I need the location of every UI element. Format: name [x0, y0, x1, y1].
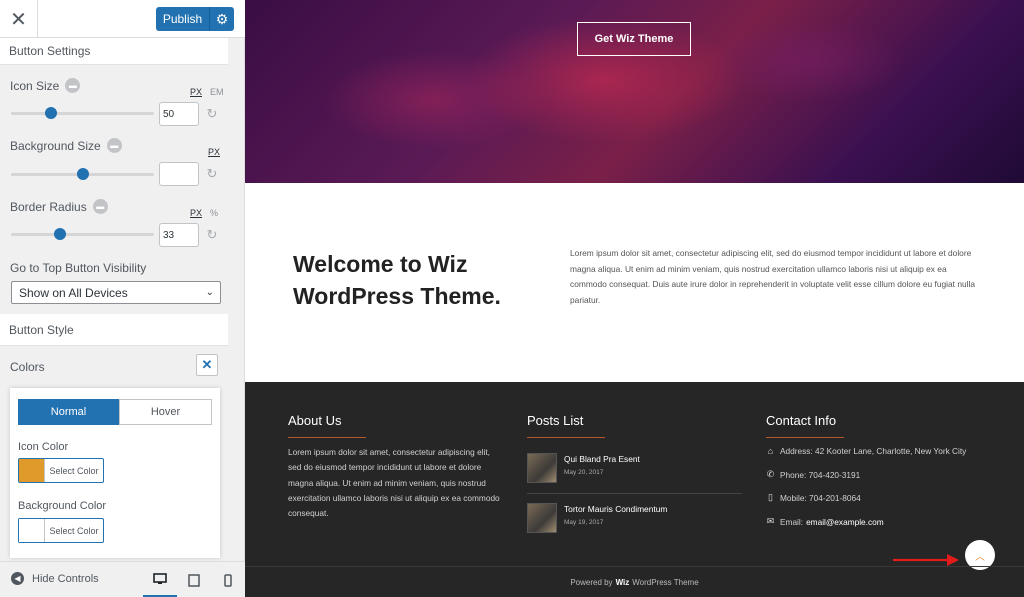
background-color-label: Background Color [18, 500, 107, 512]
welcome-title: Welcome to Wiz WordPress Theme. [293, 251, 501, 309]
close-icon: ✕ [201, 357, 213, 372]
publish-group: Publish ⚙ [156, 7, 234, 31]
visibility-label: Go to Top Button Visibility [10, 261, 147, 275]
tablet-icon[interactable] [177, 562, 211, 597]
button-settings-heading: Button Settings [0, 38, 228, 65]
close-icon: ✕ [10, 8, 27, 31]
about-text: Lorem ipsum dolor sit amet, consectetur … [288, 447, 500, 519]
post-date: May 19, 2017 [564, 519, 604, 526]
contact-title: Contact Info [766, 413, 845, 438]
icon-size-units: PX EM [190, 87, 224, 97]
chevron-down-icon: ⌄ [205, 287, 214, 298]
posts-title: Posts List [527, 413, 606, 438]
contact-email: ✉ Email: email@example.com [766, 516, 884, 527]
reset-icon[interactable]: ↻ [205, 166, 219, 181]
color-swatch[interactable] [19, 459, 45, 482]
unit-px[interactable]: PX [190, 87, 202, 97]
customizer-header: ✕ Publish ⚙ [0, 0, 245, 38]
post-item[interactable]: Qui Bland Pra Esent May 20, 2017 [527, 453, 640, 483]
post-title[interactable]: Tortor Mauris Condimentum [564, 504, 667, 514]
mobile-icon[interactable] [211, 562, 245, 597]
border-radius-slider[interactable] [11, 228, 154, 240]
about-title: About Us [288, 413, 367, 438]
customizer-footer: ◀ Hide Controls [0, 561, 245, 597]
border-radius-units: PX % [190, 208, 218, 218]
get-theme-button[interactable]: Get Wiz Theme [577, 22, 691, 56]
reset-icon[interactable]: ↻ [205, 106, 219, 121]
close-customizer-button[interactable]: ✕ [0, 0, 38, 38]
contact-address: ⌂ Address: 42 Kooter Lane, Charlotte, Ne… [767, 446, 967, 456]
publish-button[interactable]: Publish [156, 7, 209, 31]
select-color-button[interactable]: Select Color [45, 459, 103, 482]
post-thumbnail[interactable] [527, 453, 557, 483]
contact-mobile: ▯ Mobile: 704-201-8064 [766, 492, 861, 503]
collapse-icon: ◀ [11, 572, 24, 585]
hero-banner: Get Wiz Theme [245, 0, 1024, 183]
post-date: May 20, 2017 [564, 469, 604, 476]
button-style-heading: Button Style [0, 314, 228, 346]
border-radius-label: Border Radius ▬ [10, 199, 108, 214]
colors-label: Colors [10, 360, 45, 374]
post-item[interactable]: Tortor Mauris Condimentum May 19, 2017 [527, 503, 667, 533]
unit-em[interactable]: EM [210, 87, 224, 97]
tab-normal[interactable]: Normal [18, 399, 119, 425]
background-size-input[interactable] [159, 162, 199, 186]
hide-controls-button[interactable]: ◀ Hide Controls [11, 572, 99, 585]
reset-icon[interactable]: ↻ [205, 227, 219, 242]
divider [527, 493, 742, 494]
publish-settings-button[interactable]: ⚙ [209, 7, 234, 31]
desktop-icon[interactable] [143, 562, 177, 597]
customizer-panel: ✕ Publish ⚙ Button Settings Icon Size ▬ … [0, 0, 245, 597]
color-swatch[interactable] [19, 519, 45, 542]
slider-thumb[interactable] [76, 168, 89, 180]
icon-color-label: Icon Color [18, 441, 69, 453]
icon-color-picker[interactable]: Select Color [18, 458, 104, 483]
envelope-icon: ✉ [766, 516, 775, 526]
background-color-picker[interactable]: Select Color [18, 518, 104, 543]
site-preview: Get Wiz Theme Welcome to Wiz WordPress T… [245, 0, 1024, 597]
unit-px[interactable]: PX [208, 147, 220, 157]
phone-icon: ✆ [766, 469, 775, 479]
select-color-button[interactable]: Select Color [45, 519, 103, 542]
post-thumbnail[interactable] [527, 503, 557, 533]
unit-px[interactable]: PX [190, 208, 202, 218]
credits-brand: Wiz [615, 577, 630, 587]
icon-size-slider[interactable] [11, 107, 154, 119]
help-icon[interactable]: ▬ [106, 138, 122, 153]
email-link[interactable]: email@example.com [806, 517, 884, 527]
tab-hover[interactable]: Hover [119, 399, 212, 425]
help-icon[interactable]: ▬ [65, 78, 81, 93]
colors-popup: Normal Hover Icon Color Select Color Bac… [10, 388, 220, 558]
contact-phone: ✆ Phone: 704-420-3191 [766, 469, 861, 480]
slider-thumb[interactable] [54, 228, 67, 240]
icon-size-label: Icon Size ▬ [10, 78, 81, 93]
unit-percent[interactable]: % [210, 208, 218, 218]
mobile-icon: ▯ [768, 492, 773, 502]
footer-credits: Powered by Wiz WordPress Theme [245, 566, 1024, 597]
background-size-units: PX [208, 147, 220, 157]
home-icon: ⌂ [767, 446, 774, 456]
visibility-select[interactable]: Show on All Devices ⌄ [11, 281, 221, 304]
slider-thumb[interactable] [45, 107, 58, 119]
annotation-arrow-icon [893, 554, 959, 566]
welcome-text: Lorem ipsum dolor sit amet, consectetur … [570, 248, 976, 305]
close-colors-button[interactable]: ✕ [196, 354, 218, 376]
help-icon[interactable]: ▬ [92, 199, 108, 214]
gear-icon: ⚙ [215, 10, 229, 27]
chevron-up-icon: ︿ [975, 551, 985, 563]
post-title[interactable]: Qui Bland Pra Esent [564, 454, 640, 464]
border-radius-input[interactable]: 33 [159, 223, 199, 247]
background-size-slider[interactable] [11, 168, 154, 180]
background-size-label: Background Size ▬ [10, 138, 122, 153]
icon-size-input[interactable]: 50 [159, 102, 199, 126]
